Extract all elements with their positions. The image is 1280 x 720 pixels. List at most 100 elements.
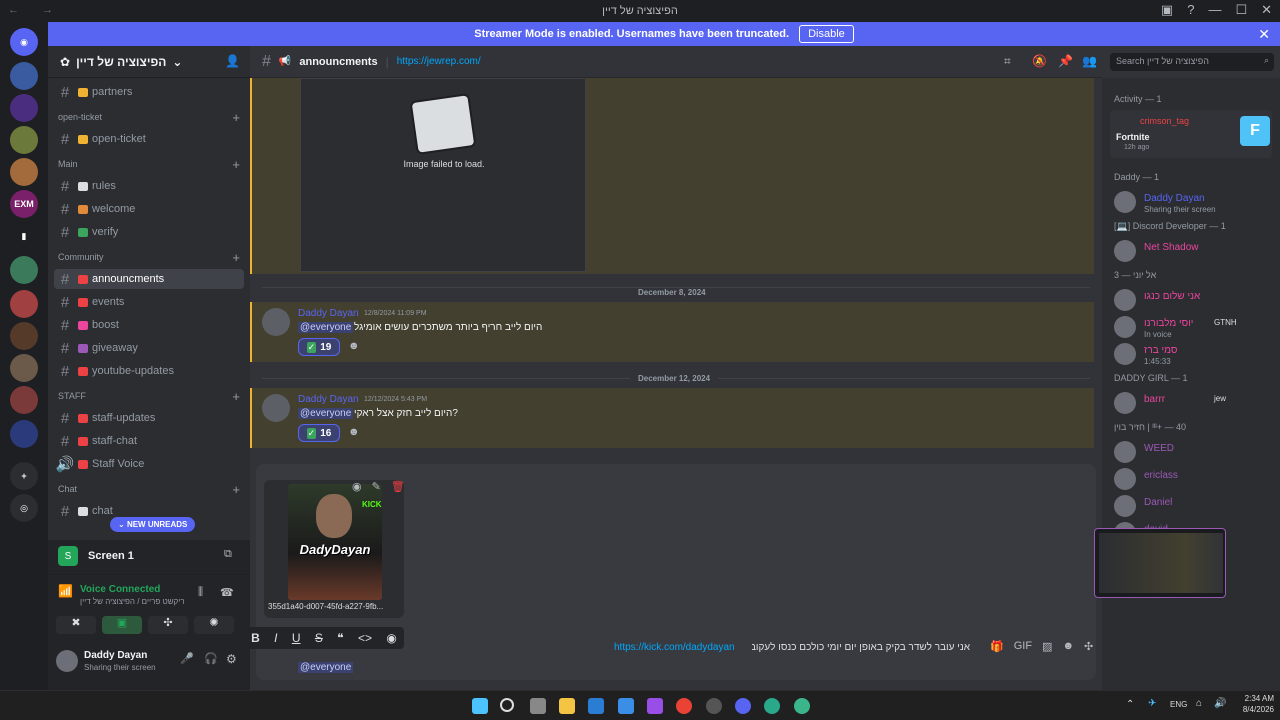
discord-icon[interactable] — [735, 698, 751, 714]
notifications-icon[interactable]: 🔕 — [1032, 54, 1047, 68]
server-icon[interactable] — [10, 420, 38, 448]
eye-icon[interactable]: ◉ — [352, 480, 362, 493]
channel-staff-updates[interactable]: # staff-updates — [54, 408, 244, 428]
member-item[interactable]: סמי ברז 1:45:33 — [1114, 340, 1274, 370]
avatar[interactable] — [56, 650, 78, 672]
voice-location[interactable]: ריקשט פריים / הפיצוציה של דיין — [80, 597, 185, 606]
italic-button[interactable]: I — [274, 631, 277, 645]
strikethrough-button[interactable]: S — [315, 631, 323, 645]
github-icon[interactable] — [706, 698, 722, 714]
channel-giveaway[interactable]: # giveaway — [54, 338, 244, 358]
edge-icon[interactable] — [764, 698, 780, 714]
server-icon[interactable] — [10, 386, 38, 414]
channel-category[interactable]: Main + — [58, 156, 244, 172]
close-button[interactable]: ✕ — [1261, 2, 1272, 18]
member-list-icon[interactable]: 👥 — [1082, 54, 1097, 68]
search-input[interactable]: Search הפיצוציה של דיין ⌕ — [1110, 53, 1274, 71]
message[interactable]: Daddy Dayan 12/8/2024 11:09 PM @everyone… — [250, 302, 1094, 362]
channel-staff-voice[interactable]: 🔊 Staff Voice — [54, 454, 244, 474]
mention[interactable]: @everyone — [298, 408, 354, 419]
spoiler-button[interactable]: ◉ — [386, 631, 396, 645]
plus-icon[interactable]: + — [232, 482, 240, 497]
member-item[interactable]: Daddy Dayan Sharing their screen — [1114, 188, 1274, 218]
member-item[interactable]: יוסי מלבורנו GTNH In voice — [1114, 313, 1274, 343]
channel-staff-chat[interactable]: # staff-chat — [54, 431, 244, 451]
member-item[interactable]: אני שלום כנגו — [1114, 286, 1274, 316]
popout-icon[interactable]: ⧉ — [224, 548, 232, 561]
server-icon[interactable] — [10, 354, 38, 382]
start-icon[interactable] — [472, 698, 488, 714]
message[interactable]: Daddy Dayan 12/12/2024 5:43 PM @everyone… — [250, 388, 1094, 448]
channel-announcments[interactable]: # announcments — [54, 269, 244, 289]
chrome-icon[interactable] — [676, 698, 692, 714]
task-view-icon[interactable] — [530, 698, 546, 714]
photos-icon[interactable] — [618, 698, 634, 714]
server-icon[interactable] — [10, 158, 38, 186]
composer-mention[interactable]: @everyone — [298, 662, 354, 673]
author-name[interactable]: Daddy Dayan — [298, 308, 359, 319]
tray-icon[interactable]: ✈ — [1148, 698, 1156, 709]
nav-arrows[interactable]: ← → — [8, 4, 63, 16]
server-icon[interactable] — [10, 256, 38, 284]
avatar[interactable] — [262, 308, 290, 336]
help-icon[interactable]: ? — [1187, 2, 1194, 18]
server-icon[interactable]: EXM — [10, 190, 38, 218]
composer-link[interactable]: https://kick.com/dadydayan — [614, 642, 735, 653]
member-item[interactable]: WEED — [1114, 438, 1274, 468]
channel-verify[interactable]: # verify — [54, 222, 244, 242]
plus-icon[interactable]: + — [232, 250, 240, 265]
quote-button[interactable]: ❝ — [337, 631, 343, 645]
attachment-card[interactable]: KICK DadyDayan 355d1a40-d007-45fd-a227-9… — [264, 480, 404, 618]
minimize-button[interactable]: — — [1208, 2, 1221, 18]
screen-share-button[interactable]: ▣ — [102, 616, 142, 634]
tray-chevron-icon[interactable]: ⌃ — [1126, 699, 1134, 710]
gift-icon[interactable]: 🎁 — [990, 640, 1004, 653]
server-icon[interactable]: ◉ — [10, 28, 38, 56]
close-icon[interactable]: ✕ — [1258, 26, 1270, 43]
channel-partners[interactable]: # partners — [54, 82, 244, 102]
composer-text[interactable]: אני עובר לשדר בקיק באופן יום יומי כולכם … — [752, 642, 970, 653]
disable-button[interactable]: Disable — [799, 25, 854, 43]
add-reaction-icon[interactable]: ☻ — [348, 426, 360, 438]
avatar[interactable] — [262, 394, 290, 422]
channel-category[interactable]: Chat + — [58, 481, 244, 497]
add-member-icon[interactable]: 👤 — [225, 54, 240, 68]
new-unreads-pill[interactable]: ⌄ NEW UNREADS — [110, 517, 196, 532]
app-icon[interactable] — [647, 698, 663, 714]
camera-off-button[interactable]: ✖ — [56, 616, 96, 634]
settings-gear-icon[interactable]: ⚙ — [226, 652, 237, 666]
member-item[interactable]: Daniel — [1114, 492, 1274, 522]
member-item[interactable]: Net Shadow — [1114, 237, 1274, 267]
search-icon[interactable] — [500, 698, 514, 712]
clock-date[interactable]: 8/4/2026 — [1232, 705, 1274, 714]
pinned-icon[interactable]: 📌 — [1058, 54, 1073, 68]
volume-icon[interactable]: 🔊 — [1214, 698, 1226, 709]
activities-button[interactable]: ✣ — [148, 616, 188, 634]
server-header[interactable]: ✿ הפיצוציה של דיין ⌄ 👤 — [48, 46, 250, 78]
mention[interactable]: @everyone — [298, 322, 354, 333]
headphones-icon[interactable]: 🎧 — [204, 652, 218, 665]
plus-icon[interactable]: + — [232, 110, 240, 125]
channel-welcome[interactable]: # welcome — [54, 199, 244, 219]
underline-button[interactable]: U — [292, 631, 301, 645]
server-icon[interactable] — [10, 62, 38, 90]
maximize-button[interactable]: ☐ — [1235, 2, 1247, 18]
channel-open-ticket[interactable]: # open-ticket — [54, 129, 244, 149]
gif-icon[interactable]: GIF — [1014, 640, 1032, 653]
server-icon[interactable]: ◎ — [10, 494, 38, 522]
member-item[interactable]: ericlass — [1114, 465, 1274, 495]
pencil-icon[interactable]: ✎ — [372, 480, 381, 493]
bold-button[interactable]: B — [251, 631, 260, 645]
emoji-icon[interactable]: ☻ — [1062, 640, 1074, 653]
plus-icon[interactable]: + — [232, 157, 240, 172]
server-icon[interactable]: ▮ — [10, 222, 38, 250]
trash-icon[interactable]: 🗑 — [391, 480, 405, 493]
author-name[interactable]: Daddy Dayan — [298, 394, 359, 405]
language-indicator[interactable]: ENG — [1170, 700, 1187, 709]
server-icon[interactable] — [10, 290, 38, 318]
reaction[interactable]: ✓ 16 — [298, 424, 340, 442]
microphone-icon[interactable]: 🎤 — [180, 652, 194, 665]
store-icon[interactable] — [588, 698, 604, 714]
member-item[interactable]: barrr jew — [1114, 389, 1274, 419]
screen-preview-thumbnail[interactable] — [1094, 528, 1226, 598]
